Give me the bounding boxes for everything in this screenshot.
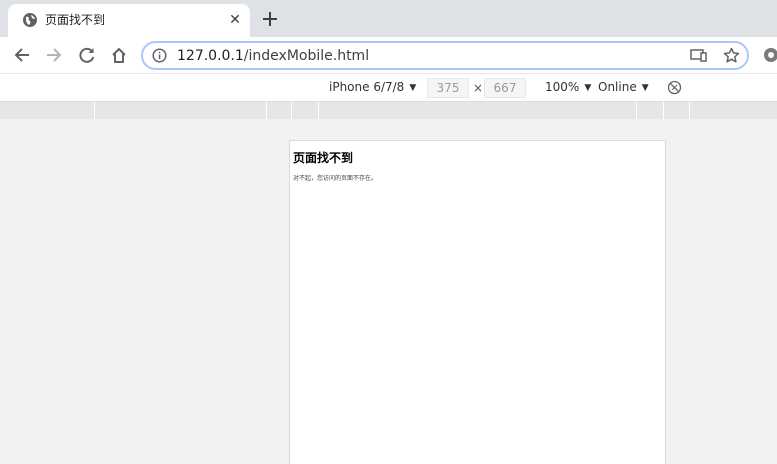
gear-icon[interactable]	[762, 46, 777, 64]
media-query-ruler	[0, 102, 777, 119]
url-host: 127.0.0.1	[177, 48, 244, 64]
device-select[interactable]: iPhone 6/7/8 ▼	[329, 80, 416, 97]
zoom-select[interactable]: 100% ▼	[545, 80, 591, 97]
caret-down-icon: ▼	[641, 83, 649, 93]
home-icon[interactable]	[110, 46, 128, 64]
height-input[interactable]: 667	[484, 78, 526, 98]
dimension-separator: ×	[473, 81, 484, 95]
network-label: Online	[598, 80, 637, 94]
ruler-breakpoint[interactable]	[318, 102, 319, 119]
zoom-label: 100%	[545, 80, 580, 94]
info-icon[interactable]	[152, 48, 167, 63]
emulated-viewport: 页面找不到 对不起，您访问的页面不存在。	[289, 140, 666, 464]
plus-icon[interactable]	[261, 10, 279, 28]
page-title: 页面找不到	[293, 151, 354, 165]
reload-icon[interactable]	[78, 46, 96, 64]
globe-icon	[23, 13, 37, 27]
width-input[interactable]: 375	[427, 78, 469, 98]
url-path: /indexMobile.html	[243, 48, 370, 64]
ruler-breakpoint[interactable]	[291, 102, 292, 119]
browser-toolbar: 127.0.0.1/indexMobile.html	[0, 37, 777, 73]
tab-strip: 页面找不到 ✕	[0, 0, 777, 37]
ruler-breakpoint[interactable]	[636, 102, 637, 119]
ruler-breakpoint[interactable]	[663, 102, 664, 119]
close-icon[interactable]: ✕	[227, 12, 243, 28]
caret-down-icon: ▼	[409, 83, 417, 93]
caret-down-icon: ▼	[584, 83, 592, 93]
address-bar[interactable]: 127.0.0.1/indexMobile.html	[141, 41, 749, 70]
forward-arrow-icon[interactable]	[45, 46, 63, 64]
url-text[interactable]: 127.0.0.1/indexMobile.html	[177, 48, 369, 65]
network-throttle-select[interactable]: Online ▼	[598, 80, 649, 97]
cast-icon[interactable]	[690, 48, 707, 63]
rotate-disabled-icon[interactable]	[667, 80, 682, 95]
star-icon[interactable]	[723, 47, 740, 64]
ruler-breakpoint[interactable]	[689, 102, 690, 119]
ruler-breakpoint[interactable]	[94, 102, 95, 119]
device-toolbar: iPhone 6/7/8 ▼ 375 × 667 100% ▼ Online ▼	[0, 73, 777, 102]
device-label: iPhone 6/7/8	[329, 80, 405, 94]
tab-title: 页面找不到	[45, 13, 106, 27]
browser-tab[interactable]: 页面找不到 ✕	[8, 4, 250, 37]
ruler-breakpoint[interactable]	[266, 102, 267, 119]
back-arrow-icon[interactable]	[13, 46, 31, 64]
error-message: 对不起，您访问的页面不存在。	[293, 175, 378, 182]
